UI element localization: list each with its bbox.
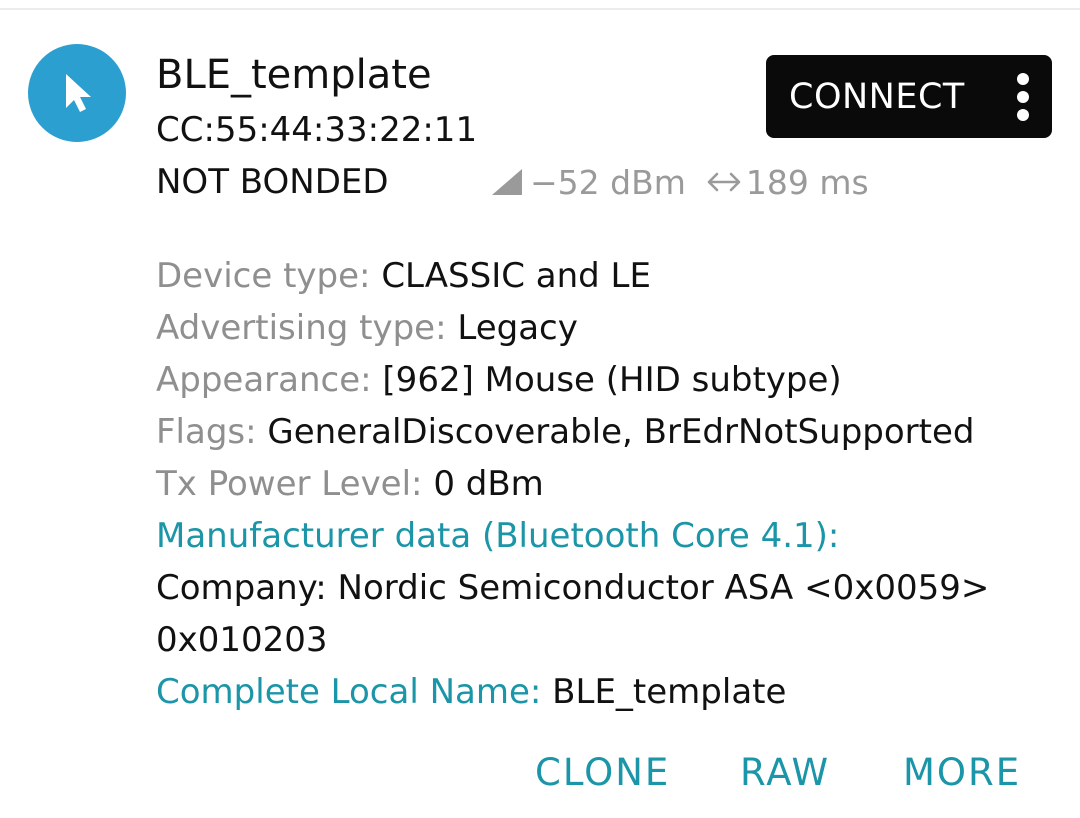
flags-value: GeneralDiscoverable, BrEdrNotSupported [267,412,975,452]
device-type-label: Device type: [156,256,371,296]
signal-strength-icon [490,167,524,197]
advertising-type-value: Legacy [457,308,578,348]
action-bar: CLONE RAW MORE [0,746,1080,800]
advertising-type-row: Advertising type: Legacy [156,302,1066,354]
connect-button[interactable]: CONNECT [766,55,1052,138]
local-name-value: BLE_template [552,672,787,712]
device-type-row: Device type: CLASSIC and LE [156,250,1066,302]
advertising-interval: 189 ms [745,162,869,202]
connect-label: CONNECT [789,76,965,117]
device-avatar [28,44,126,142]
tx-power-value: 0 dBm [433,464,544,504]
manufacturer-data-value-row: 0x010203 [156,614,1066,666]
manufacturer-company: Company: Nordic Semiconductor ASA <0x005… [156,568,990,608]
bond-state: NOT BONDED [156,162,389,202]
clone-button[interactable]: CLONE [535,746,670,800]
device-name: BLE_template [156,52,432,98]
manufacturer-company-row: Company: Nordic Semiconductor ASA <0x005… [156,562,1066,614]
tx-power-label: Tx Power Level: [156,464,423,504]
more-button[interactable]: MORE [903,746,1021,800]
rssi-value: −52 dBm [530,162,686,202]
signal-info: −52 dBm 189 ms [490,158,869,206]
top-divider [0,8,1080,10]
appearance-label: Appearance: [156,360,372,400]
flags-row: Flags: GeneralDiscoverable, BrEdrNotSupp… [156,406,1066,458]
advertising-type-label: Advertising type: [156,308,447,348]
appearance-row: Appearance: [962] Mouse (HID subtype) [156,354,1066,406]
cursor-icon [66,74,91,112]
device-type-value: CLASSIC and LE [381,256,651,296]
manufacturer-data-value: 0x010203 [156,620,328,660]
advertising-details: Device type: CLASSIC and LE Advertising … [156,250,1066,718]
interval-arrows-icon [706,169,742,195]
appearance-value: [962] Mouse (HID subtype) [382,360,842,400]
raw-button[interactable]: RAW [740,746,830,800]
manufacturer-data-label[interactable]: Manufacturer data (Bluetooth Core 4.1): [156,516,839,556]
local-name-label[interactable]: Complete Local Name: [156,672,541,712]
more-vert-icon[interactable] [1016,73,1030,121]
flags-label: Flags: [156,412,257,452]
manufacturer-data-row[interactable]: Manufacturer data (Bluetooth Core 4.1): [156,510,1066,562]
local-name-row[interactable]: Complete Local Name: BLE_template [156,666,1066,718]
device-address: CC:55:44:33:22:11 [156,110,478,150]
tx-power-row: Tx Power Level: 0 dBm [156,458,1066,510]
